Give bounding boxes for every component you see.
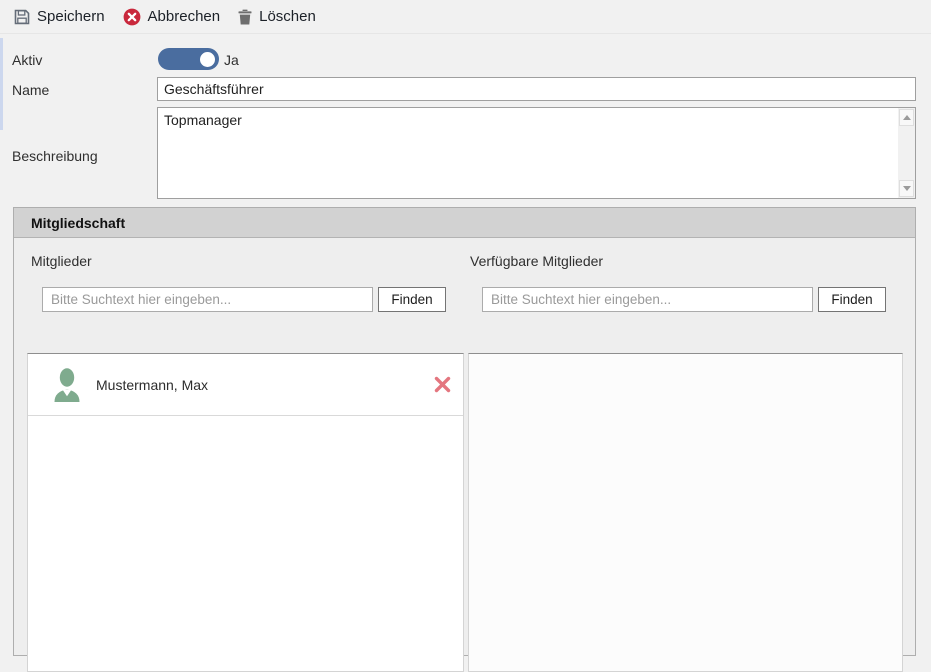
save-button[interactable]: Speichern <box>10 4 115 29</box>
member-list-item[interactable]: Mustermann, Max <box>28 354 463 416</box>
scroll-up-button[interactable] <box>899 109 914 126</box>
beschreibung-field: Topmanager <box>157 107 916 199</box>
aktiv-toggle[interactable] <box>158 48 219 70</box>
person-icon <box>53 368 81 407</box>
membership-panel-header: Mitgliedschaft <box>14 208 915 238</box>
remove-member-icon[interactable] <box>434 376 451 398</box>
available-search-input[interactable] <box>482 287 813 312</box>
name-label: Name <box>12 82 49 98</box>
aktiv-toggle-value: Ja <box>224 52 239 68</box>
delete-button[interactable]: Löschen <box>234 4 326 29</box>
scroll-down-button[interactable] <box>899 180 914 197</box>
toolbar: Speichern Abbrechen Löschen <box>0 0 931 34</box>
beschreibung-scrollbar[interactable] <box>898 108 915 198</box>
cancel-x-circle-icon <box>123 8 141 26</box>
cancel-button-label: Abbrechen <box>148 8 221 25</box>
save-button-label: Speichern <box>37 8 105 25</box>
available-members-list <box>468 353 903 672</box>
available-members-column-label: Verfügbare Mitglieder <box>470 253 603 269</box>
name-input[interactable] <box>157 77 916 101</box>
members-find-button[interactable]: Finden <box>378 287 446 312</box>
available-find-button[interactable]: Finden <box>818 287 886 312</box>
toggle-knob <box>200 52 215 67</box>
members-column-label: Mitglieder <box>31 253 92 269</box>
triangle-down-icon <box>903 186 911 191</box>
beschreibung-label: Beschreibung <box>12 148 98 164</box>
membership-panel: Mitgliedschaft Mitglieder Verfügbare Mit… <box>13 207 916 656</box>
cancel-button[interactable]: Abbrechen <box>119 4 231 30</box>
members-search-input[interactable] <box>42 287 373 312</box>
trash-icon <box>238 9 252 25</box>
triangle-up-icon <box>903 115 911 120</box>
save-floppy-icon <box>14 9 30 25</box>
membership-title: Mitgliedschaft <box>31 215 125 231</box>
left-accent-strip <box>0 38 3 130</box>
members-list: Mustermann, Max <box>27 353 464 672</box>
member-name: Mustermann, Max <box>96 377 208 393</box>
delete-button-label: Löschen <box>259 8 316 25</box>
beschreibung-textarea[interactable]: Topmanager <box>158 108 898 198</box>
aktiv-label: Aktiv <box>12 52 42 68</box>
membership-panel-body: Mitglieder Verfügbare Mitglieder Finden … <box>14 238 915 655</box>
